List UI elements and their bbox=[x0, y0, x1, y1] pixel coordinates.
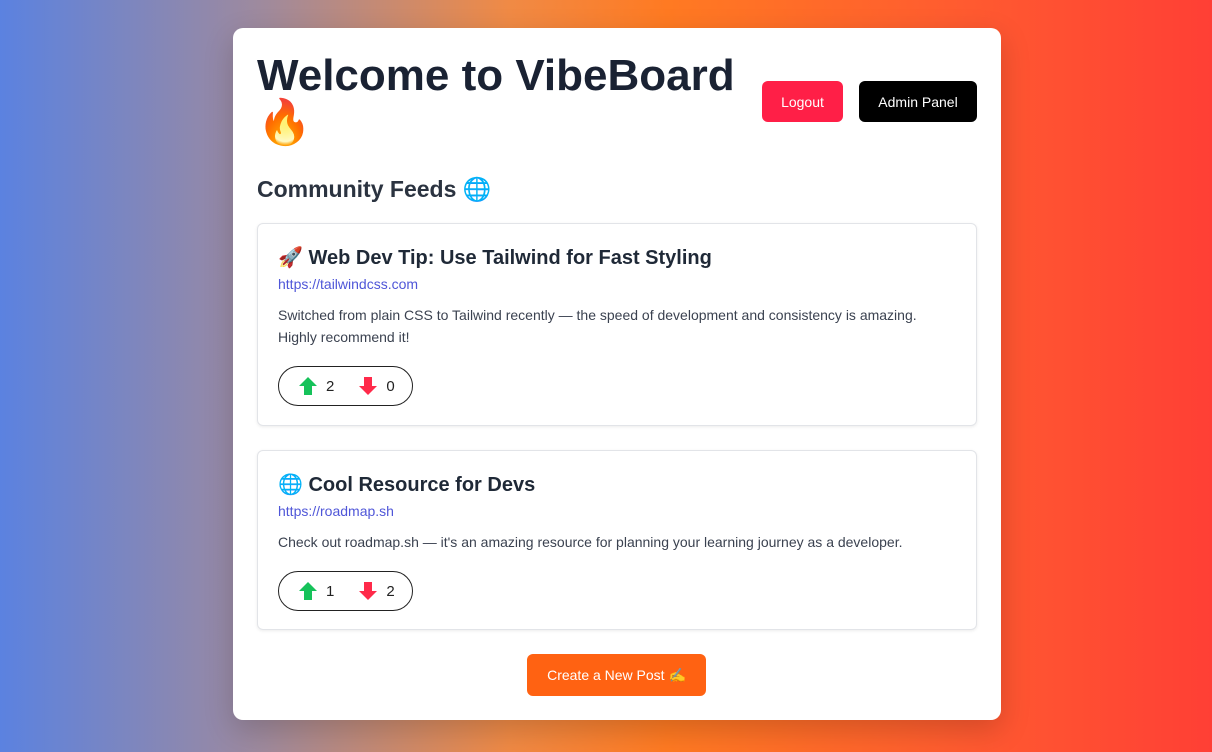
header: Welcome to VibeBoard 🔥 Logout Admin Pane… bbox=[257, 28, 977, 168]
page-title: Welcome to VibeBoard 🔥 bbox=[257, 51, 735, 147]
post-title: 🚀 Web Dev Tip: Use Tailwind for Fast Sty… bbox=[278, 247, 712, 269]
upvote-button[interactable]: 2 bbox=[298, 376, 334, 396]
downvote-button[interactable]: 0 bbox=[358, 376, 395, 396]
up-arrow-icon bbox=[299, 377, 317, 395]
vote-box: 2 0 bbox=[278, 366, 413, 406]
upvote-button[interactable]: 1 bbox=[298, 581, 334, 601]
downvote-count: 0 bbox=[386, 377, 395, 395]
downvote-button[interactable]: 2 bbox=[358, 581, 395, 601]
post-body: Check out roadmap.sh — it's an amazing r… bbox=[278, 534, 903, 550]
create-post-button[interactable]: Create a New Post ✍️ bbox=[527, 654, 706, 696]
post-title: 🌐 Cool Resource for Devs bbox=[278, 474, 536, 496]
down-arrow-icon bbox=[359, 582, 378, 600]
post-card: 🌐 Cool Resource for Devs https://roadmap… bbox=[257, 450, 977, 630]
post-link[interactable]: https://roadmap.sh bbox=[278, 501, 956, 521]
post-body: Switched from plain CSS to Tailwind rece… bbox=[278, 307, 917, 345]
logout-button[interactable]: Logout bbox=[762, 81, 843, 122]
post-card: 🚀 Web Dev Tip: Use Tailwind for Fast Sty… bbox=[257, 223, 977, 426]
vote-box: 1 2 bbox=[278, 571, 413, 611]
community-feeds-title: Community Feeds 🌐 bbox=[257, 176, 492, 202]
header-actions: Logout Admin Panel bbox=[762, 81, 977, 122]
upvote-count: 2 bbox=[326, 377, 335, 395]
up-arrow-icon bbox=[299, 582, 317, 600]
admin-panel-button[interactable]: Admin Panel bbox=[859, 81, 977, 122]
downvote-count: 2 bbox=[386, 582, 395, 600]
down-arrow-icon bbox=[359, 377, 378, 395]
post-link[interactable]: https://tailwindcss.com bbox=[278, 274, 956, 294]
upvote-count: 1 bbox=[326, 582, 335, 600]
main-card: Welcome to VibeBoard 🔥 Logout Admin Pane… bbox=[233, 28, 1001, 720]
